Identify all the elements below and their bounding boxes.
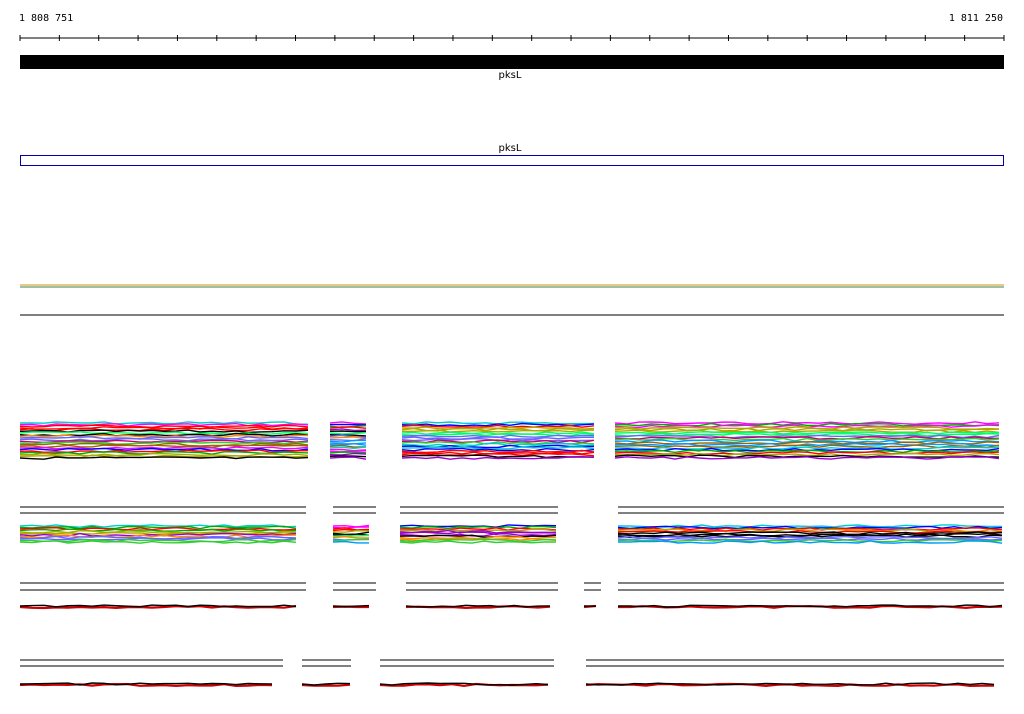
- alignment-line: [329, 432, 367, 435]
- alignment-line: [19, 456, 309, 460]
- gene-bar-pksL[interactable]: [20, 55, 1004, 69]
- alignment-line: [329, 446, 367, 450]
- alignment-line: [401, 424, 595, 428]
- alignment-rules-2: [20, 506, 1004, 514]
- alignment-bundle-1: [19, 421, 1000, 460]
- cds-box-pksL[interactable]: [20, 155, 1004, 166]
- alignment-line: [614, 421, 1000, 425]
- alignment-line: [329, 421, 367, 425]
- ruler: [19, 35, 1005, 41]
- alignment-line: [19, 436, 309, 440]
- alignment-line: [332, 529, 370, 533]
- gene-label: pksL: [498, 70, 522, 81]
- alignment-line: [329, 456, 367, 460]
- alignment-line: [19, 424, 309, 429]
- cds-label: pksL: [498, 143, 522, 154]
- alignment-line: [329, 442, 367, 445]
- alignment-bundle-4: [19, 682, 995, 688]
- alignment-rules-4: [20, 659, 1004, 667]
- alignment-line-black: [332, 604, 370, 608]
- alignment-bundle-3: [19, 604, 1003, 610]
- alignment-line: [329, 439, 366, 443]
- tracks-svg: [19, 35, 1005, 688]
- alignment-line: [399, 531, 557, 536]
- alignment-line: [329, 430, 367, 433]
- alignment-line: [329, 428, 367, 432]
- alignment-bundle-2: [19, 524, 1003, 544]
- alignment-line: [617, 538, 1003, 543]
- alignment-line: [332, 540, 369, 544]
- alignment-line: [19, 437, 309, 442]
- alignment-line: [332, 535, 370, 539]
- alignment-line: [329, 452, 367, 456]
- alignment-line: [332, 534, 370, 537]
- alignment-line: [402, 429, 595, 433]
- alignment-line: [614, 431, 1000, 435]
- alignment-bundles: [19, 421, 1004, 688]
- alignment-line: [329, 444, 367, 448]
- alignment-line: [329, 423, 367, 426]
- alignment-line: [329, 451, 367, 454]
- alignment-line: [329, 426, 367, 429]
- alignment-line: [614, 429, 1000, 434]
- alignment-rules-3: [20, 582, 1004, 591]
- genome-browser-canvas: 1 808 751 1 811 250 pksL pksL: [0, 0, 1024, 714]
